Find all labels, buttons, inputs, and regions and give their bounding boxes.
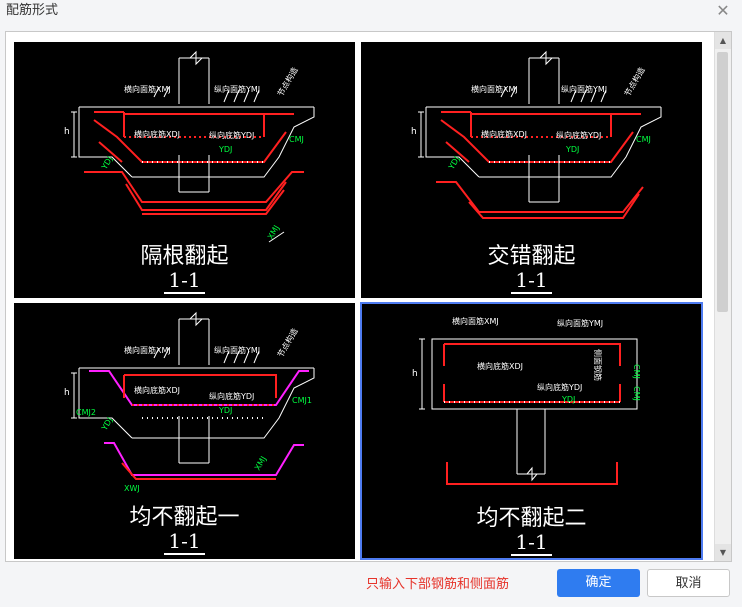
option-tile-3[interactable]: h 横向面筋XMJ 纵向面筋YMJ 横向底筋XDJ 纵向底筋YDJ CMJ2 C…	[14, 303, 355, 559]
section-label: 1-1	[361, 268, 702, 294]
svg-text:XMJ: XMJ	[253, 455, 268, 472]
svg-text:纵向底筋YDJ: 纵向底筋YDJ	[537, 382, 582, 392]
dialog-title: 配筋形式	[6, 3, 59, 18]
section-label: 1-1	[14, 529, 355, 555]
option-caption: 交错翻起	[487, 244, 576, 269]
hint-text: 只输入下部钢筋和侧面筋	[366, 577, 510, 592]
svg-text:节点构造: 节点构造	[622, 65, 647, 98]
cancel-button[interactable]: 取消	[647, 569, 730, 597]
svg-text:纵向面筋YMJ: 纵向面筋YMJ	[561, 84, 607, 94]
svg-text:CMJ2: CMJ2	[76, 408, 96, 417]
svg-text:纵向底筋YDJ: 纵向底筋YDJ	[209, 130, 254, 140]
section-label: 1-1	[14, 268, 355, 294]
option-caption: 均不翻起二	[476, 506, 587, 531]
svg-text:CMJ1: CMJ1	[292, 396, 312, 405]
ok-button[interactable]: 确定	[557, 569, 640, 597]
svg-text:YDJ: YDJ	[218, 406, 232, 415]
svg-text:节点构造: 节点构造	[275, 65, 300, 98]
svg-text:纵向底筋YDJ: 纵向底筋YDJ	[556, 130, 601, 140]
close-icon[interactable]: ✕	[714, 0, 732, 22]
svg-text:CMJ: CMJ	[632, 364, 641, 379]
option-tile-1[interactable]: h 横向面筋XMJ 纵向面筋YMJ 横向底筋XDJ 纵向底筋YDJ CMJ 节点…	[14, 42, 355, 298]
svg-text:纵向底筋YDJ: 纵向底筋YDJ	[209, 391, 254, 401]
svg-text:CMJ: CMJ	[289, 135, 304, 144]
svg-text:横向面筋XMJ: 横向面筋XMJ	[124, 84, 171, 94]
scroll-down-icon[interactable]: ▼	[715, 544, 731, 561]
svg-text:h: h	[64, 388, 70, 398]
svg-text:横向底筋XDJ: 横向底筋XDJ	[477, 361, 523, 371]
svg-text:h: h	[412, 369, 418, 379]
svg-text:YDJ: YDJ	[561, 395, 575, 404]
svg-text:节点构造: 节点构造	[275, 326, 300, 359]
svg-text:YDJ: YDJ	[565, 145, 579, 154]
svg-text:侧面钢筋: 侧面钢筋	[593, 349, 603, 381]
svg-text:CMJ: CMJ	[636, 135, 651, 144]
vertical-scrollbar[interactable]: ▲ ▼	[714, 32, 731, 561]
svg-text:XWJ: XWJ	[124, 484, 140, 493]
svg-text:CMJ: CMJ	[632, 386, 641, 401]
svg-text:纵向面筋YMJ: 纵向面筋YMJ	[557, 318, 603, 328]
option-tile-4[interactable]: h 横向面筋XMJ 纵向面筋YMJ 横向底筋XDJ 纵向底筋YDJ CMJ CM…	[360, 302, 703, 560]
svg-text:纵向面筋YMJ: 纵向面筋YMJ	[214, 345, 260, 355]
scroll-up-icon[interactable]: ▲	[715, 32, 731, 49]
svg-text:纵向面筋YMJ: 纵向面筋YMJ	[214, 84, 260, 94]
option-tile-2[interactable]: h 横向面筋XMJ 纵向面筋YMJ 横向底筋XDJ 纵向底筋YDJ CMJ 节点…	[361, 42, 702, 298]
section-label: 1-1	[362, 530, 701, 556]
scroll-thumb[interactable]	[717, 52, 728, 312]
reinforcement-options-list[interactable]: h 横向面筋XMJ 纵向面筋YMJ 横向底筋XDJ 纵向底筋YDJ CMJ 节点…	[5, 31, 732, 562]
option-caption: 隔根翻起	[140, 244, 229, 269]
dim-h: h	[64, 127, 70, 137]
option-caption: 均不翻起一	[129, 505, 240, 530]
svg-text:横向底筋XDJ: 横向底筋XDJ	[134, 129, 180, 139]
svg-text:横向面筋XMJ: 横向面筋XMJ	[452, 316, 499, 326]
svg-text:YDJ: YDJ	[218, 145, 232, 154]
svg-text:横向底筋XDJ: 横向底筋XDJ	[134, 385, 180, 395]
svg-text:横向面筋XMJ: 横向面筋XMJ	[471, 84, 518, 94]
svg-text:横向底筋XDJ: 横向底筋XDJ	[481, 129, 527, 139]
svg-text:h: h	[411, 127, 417, 137]
svg-text:横向面筋XMJ: 横向面筋XMJ	[124, 345, 171, 355]
